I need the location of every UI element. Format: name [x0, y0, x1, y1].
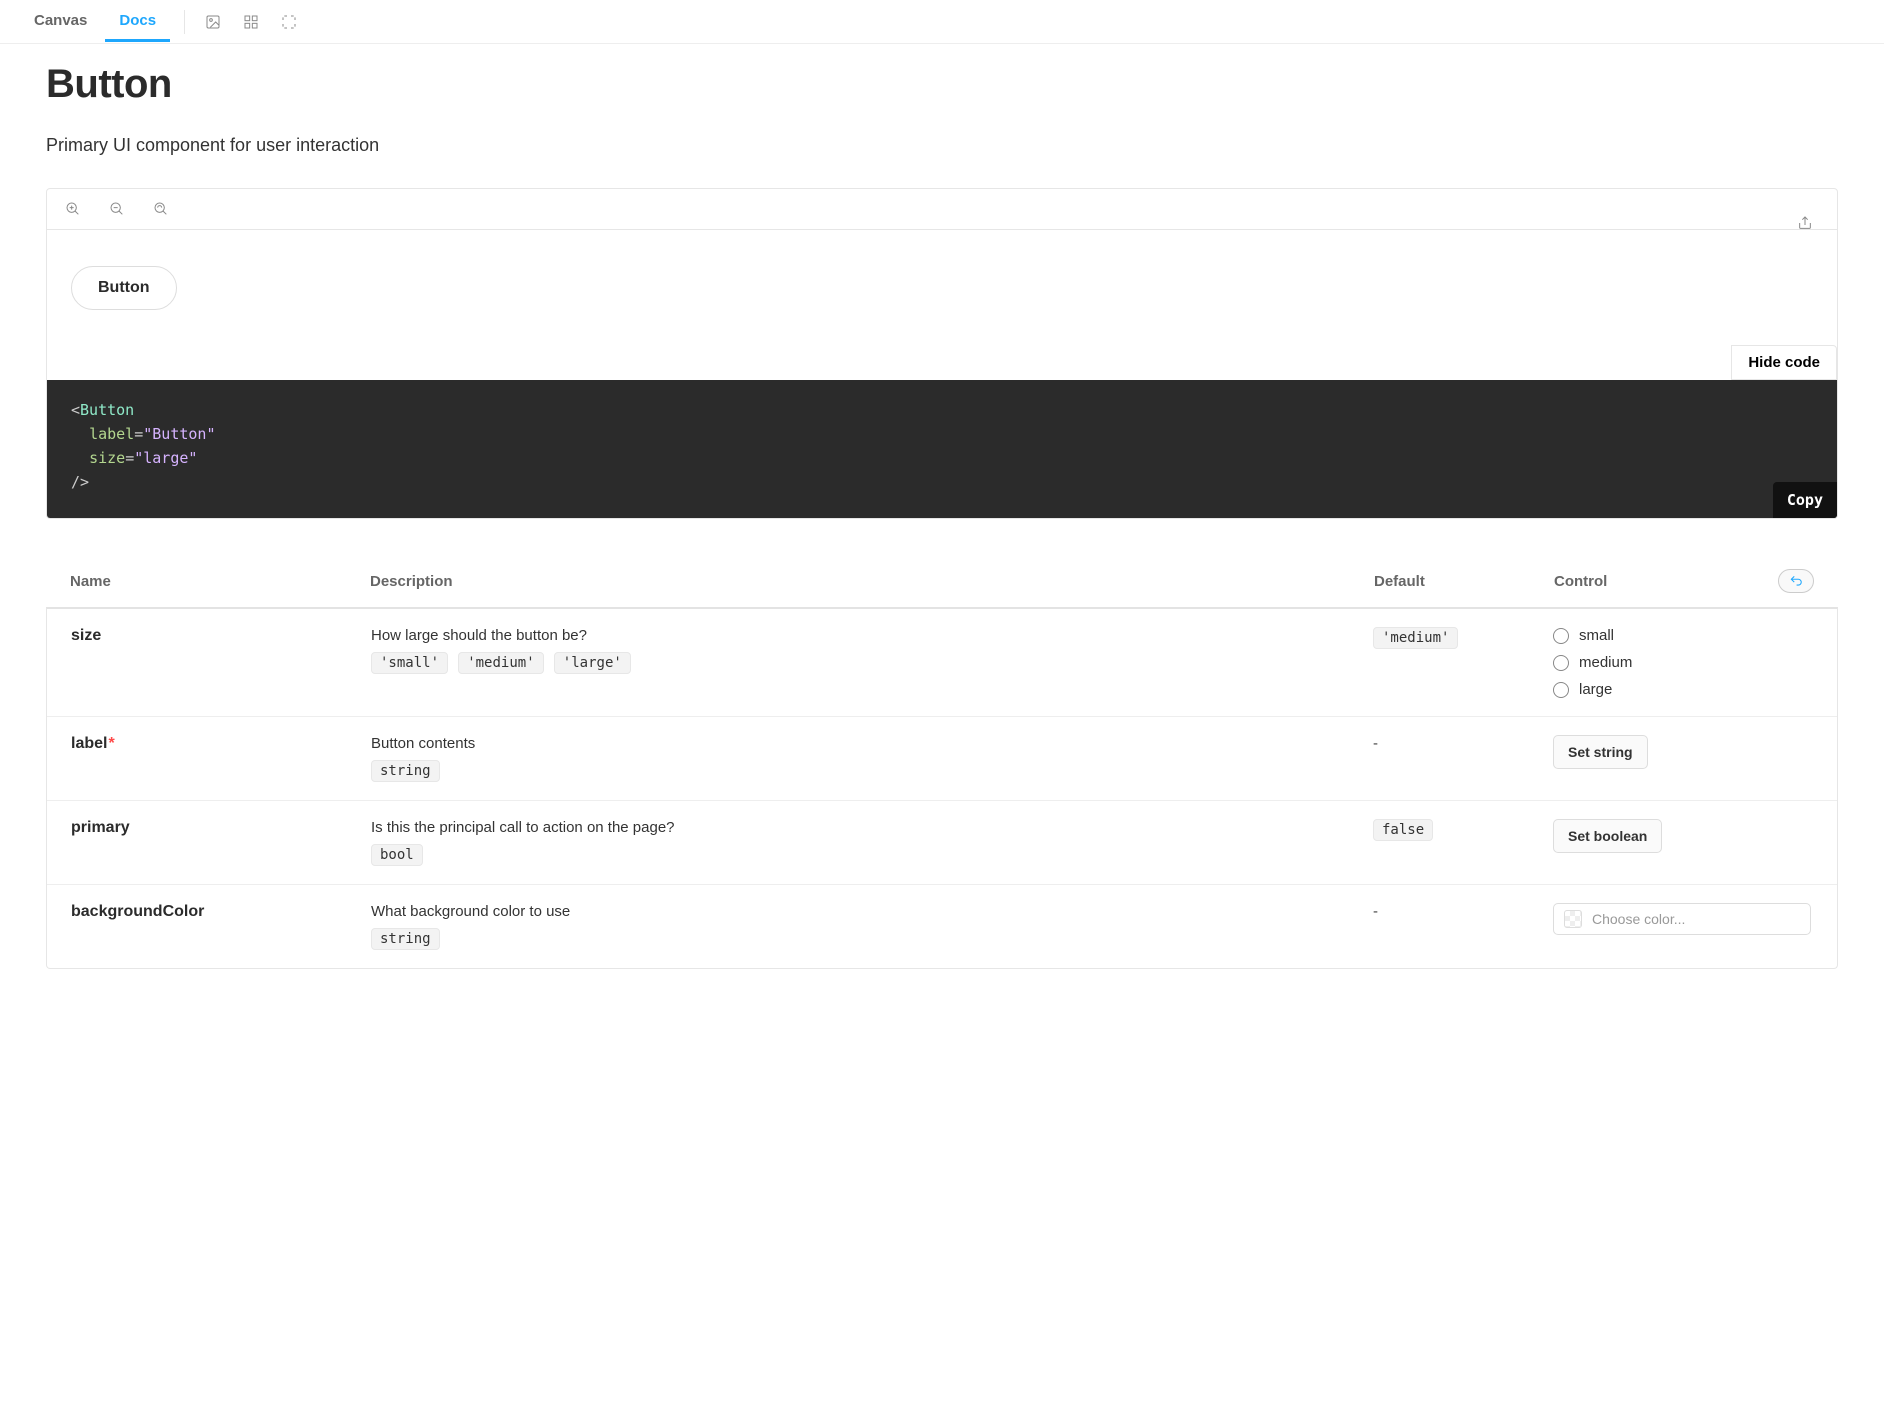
radio-circle-icon [1553, 628, 1569, 644]
color-swatch-icon [1564, 910, 1582, 928]
arg-default-primary: false [1373, 819, 1433, 841]
page-subtitle: Primary UI component for user interactio… [46, 135, 1838, 156]
preview-toolbar [47, 189, 1837, 230]
col-name: Name [70, 573, 370, 590]
arg-desc-label-text: Button contents [371, 735, 1373, 752]
tab-docs[interactable]: Docs [105, 2, 170, 42]
reset-controls-button[interactable] [1778, 569, 1814, 593]
size-radio-group: small medium large [1553, 627, 1813, 698]
col-default: Default [1374, 573, 1554, 590]
arg-default-size: 'medium' [1373, 627, 1458, 649]
arg-name-size: size [71, 627, 371, 698]
radio-size-medium[interactable]: medium [1553, 654, 1813, 671]
size-option-medium: 'medium' [458, 652, 543, 674]
arg-row-backgroundcolor: backgroundColor What background color to… [47, 885, 1837, 968]
tab-canvas[interactable]: Canvas [20, 2, 101, 42]
grid-icon[interactable] [237, 8, 265, 36]
radio-circle-icon [1553, 655, 1569, 671]
arg-desc-backgroundcolor: What background color to use string [371, 903, 1373, 950]
arg-row-label: label* Button contents string - Set stri… [47, 717, 1837, 801]
radio-label-large: large [1579, 681, 1612, 698]
set-string-button[interactable]: Set string [1553, 735, 1648, 769]
code-attr-size-value: "large" [134, 449, 197, 467]
zoom-reset-icon[interactable] [147, 195, 175, 223]
preview-area: Button [47, 230, 1837, 346]
radio-label-small: small [1579, 627, 1614, 644]
arg-desc-primary-text: Is this the principal call to action on … [371, 819, 1373, 836]
radio-size-small[interactable]: small [1553, 627, 1813, 644]
col-control: Control [1554, 573, 1607, 590]
code-attr-label: label [89, 425, 134, 443]
arg-row-primary: primary Is this the principal call to ac… [47, 801, 1837, 885]
size-option-small: 'small' [371, 652, 448, 674]
radio-size-large[interactable]: large [1553, 681, 1813, 698]
arg-desc-bg-text: What background color to use [371, 903, 1373, 920]
arg-desc-primary: Is this the principal call to action on … [371, 819, 1373, 866]
preview-panel: Button Hide code <Button label="Button" … [46, 188, 1838, 519]
arg-desc-size-text: How large should the button be? [371, 627, 1373, 644]
zoom-out-icon[interactable] [103, 195, 131, 223]
arg-desc-label: Button contents string [371, 735, 1373, 782]
hide-code-button[interactable]: Hide code [1731, 345, 1837, 380]
code-open: < [71, 401, 80, 419]
image-icon[interactable] [199, 8, 227, 36]
arg-default-label: - [1373, 735, 1553, 782]
code-component: Button [80, 401, 134, 419]
arg-type-label: string [371, 760, 440, 782]
divider [184, 10, 185, 34]
arg-desc-size: How large should the button be? 'small' … [371, 627, 1373, 698]
set-boolean-button[interactable]: Set boolean [1553, 819, 1662, 853]
color-input[interactable]: Choose color... [1553, 903, 1811, 935]
top-tabs: Canvas Docs [0, 0, 1884, 44]
arg-name-primary: primary [71, 819, 371, 866]
arg-name-label: label* [71, 735, 371, 782]
col-description: Description [370, 573, 1374, 590]
example-button[interactable]: Button [71, 266, 177, 310]
code-attr-label-value: "Button" [143, 425, 215, 443]
size-option-large: 'large' [554, 652, 631, 674]
radio-label-medium: medium [1579, 654, 1632, 671]
radio-circle-icon [1553, 682, 1569, 698]
code-close: /> [71, 470, 1813, 494]
share-icon[interactable] [1791, 209, 1819, 237]
color-placeholder: Choose color... [1592, 911, 1685, 927]
required-marker: * [108, 735, 114, 752]
page-title: Button [46, 62, 1838, 107]
arg-row-size: size How large should the button be? 'sm… [47, 609, 1837, 717]
code-block: <Button label="Button" size="large" /> C… [47, 380, 1837, 518]
code-attr-size: size [89, 449, 125, 467]
args-table: Name Description Default Control size Ho… [46, 569, 1838, 969]
arg-type-backgroundcolor: string [371, 928, 440, 950]
arg-type-primary: bool [371, 844, 423, 866]
zoom-in-icon[interactable] [59, 195, 87, 223]
arg-default-backgroundcolor: - [1373, 903, 1553, 950]
outline-icon[interactable] [275, 8, 303, 36]
arg-name-backgroundcolor: backgroundColor [71, 903, 371, 950]
copy-button[interactable]: Copy [1773, 482, 1837, 518]
